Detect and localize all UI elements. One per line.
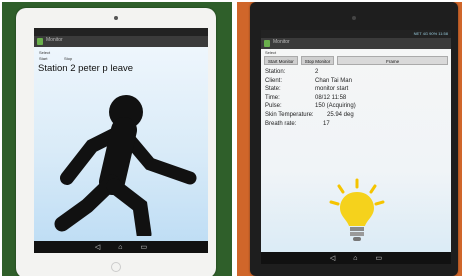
field-value: 25.94 deg — [327, 111, 354, 118]
status-bar — [34, 28, 208, 36]
info-row-station: Station: 2 — [265, 69, 415, 78]
field-value: 17 — [323, 120, 330, 127]
field-label: Skin Temperature: — [265, 111, 314, 118]
field-label: Client: — [265, 77, 283, 84]
system-nav-bar: ◁ ⌂ ▭ — [34, 241, 208, 253]
right-photo: NET 4G 90% 11:58 Monitor Select Start Mo… — [237, 2, 462, 276]
info-row-state: State: monitor start — [265, 86, 415, 95]
recent-apps-icon[interactable]: ▭ — [141, 243, 148, 251]
start-monitor-button[interactable]: Start Monitor — [264, 56, 298, 65]
light-bulb-icon — [329, 178, 385, 241]
status-text: NET 4G 90% 11:58 — [413, 31, 448, 36]
back-icon[interactable]: ◁ — [95, 243, 100, 251]
home-icon[interactable]: ⌂ — [353, 255, 357, 262]
station-heading: Station 2 peter p leave — [38, 63, 134, 74]
select-label: Select — [265, 50, 277, 55]
field-label: State: — [265, 86, 281, 93]
field-value: Chan Tai Man — [315, 77, 352, 84]
info-row-pulse: Pulse: 150 (Acquiring) — [265, 103, 415, 112]
app-icon — [264, 40, 270, 47]
back-icon[interactable]: ◁ — [330, 254, 335, 262]
walking-person-icon — [54, 95, 197, 236]
system-nav-bar: ◁ ⌂ ▭ — [261, 252, 451, 264]
recent-apps-icon[interactable]: ▭ — [376, 254, 383, 262]
field-label: Station: — [265, 69, 286, 75]
front-camera — [352, 16, 356, 20]
frame-button[interactable]: Frame — [337, 56, 448, 65]
left-photo: Monitor Select Start Stop Station 2 pete… — [2, 2, 232, 276]
start-tab[interactable]: Start — [39, 56, 47, 61]
info-row-client: Client: Chan Tai Man — [265, 78, 415, 87]
app-title: Monitor — [46, 37, 63, 43]
field-value: 2 — [315, 69, 319, 75]
info-row-skin-temperature: Skin Temperature: 25.94 deg — [265, 112, 415, 121]
monitor-info-list: Station: 2 Client: Chan Tai Man State: m… — [265, 69, 415, 129]
app-bar: Monitor — [34, 36, 208, 47]
field-label: Breath rate: — [265, 120, 297, 127]
tablet-screen: Monitor Select Start Stop Station 2 pete… — [34, 28, 208, 253]
info-row-time: Time: 08/12 11:58 — [265, 95, 415, 104]
app-bar: Monitor — [261, 38, 451, 49]
hardware-home-button[interactable] — [111, 262, 121, 272]
tablet-screen: NET 4G 90% 11:58 Monitor Select Start Mo… — [261, 30, 451, 264]
select-label: Select — [39, 50, 51, 55]
front-camera — [114, 16, 118, 20]
field-value: 150 (Acquiring) — [315, 103, 356, 110]
tablet-device: Monitor Select Start Stop Station 2 pete… — [16, 8, 216, 276]
app-icon — [37, 38, 43, 45]
field-value: monitor start — [315, 86, 349, 93]
home-icon[interactable]: ⌂ — [118, 244, 122, 251]
tablet-device: NET 4G 90% 11:58 Monitor Select Start Mo… — [250, 2, 458, 276]
stop-monitor-button[interactable]: Stop Monitor — [300, 56, 335, 65]
field-label: Pulse: — [265, 103, 282, 110]
app-title: Monitor — [273, 39, 290, 45]
field-value: 08/12 11:58 — [315, 94, 347, 101]
status-bar: NET 4G 90% 11:58 — [261, 30, 451, 38]
field-label: Time: — [265, 94, 280, 101]
button-row: Start Monitor Stop Monitor Frame — [264, 56, 448, 65]
stop-tab[interactable]: Stop — [64, 56, 72, 61]
info-row-breath-rate: Breath rate: 17 — [265, 121, 415, 130]
